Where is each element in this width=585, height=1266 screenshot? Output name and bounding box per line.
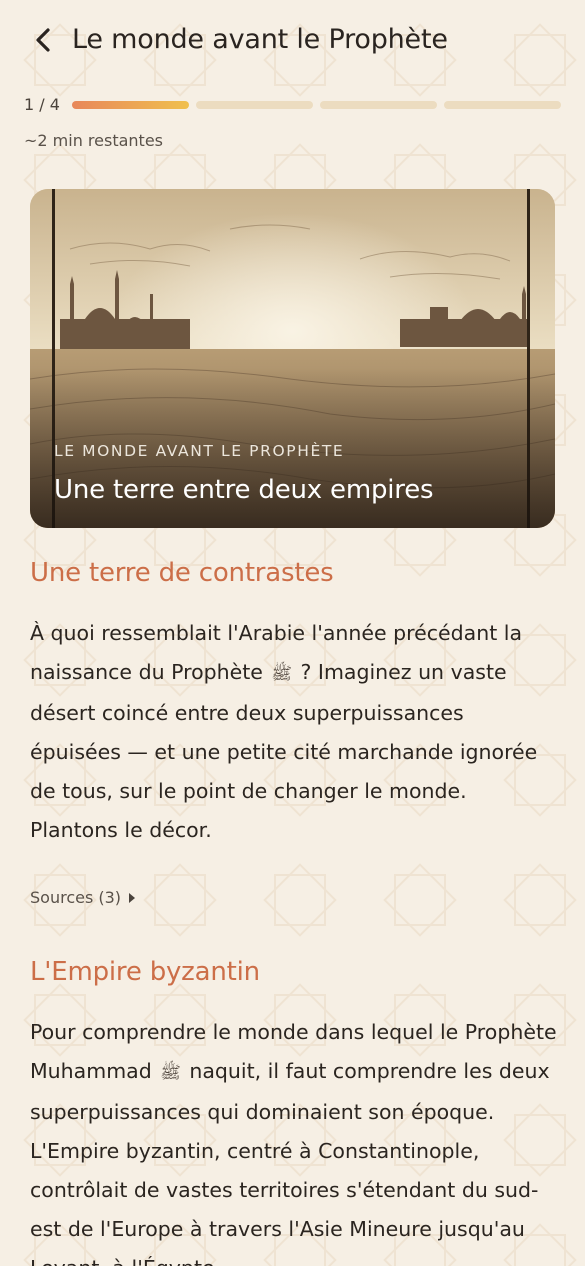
honorific-glyph: ﷺ [160, 1063, 181, 1083]
time-remaining: ~2 min restantes [24, 131, 164, 150]
sources-label: Sources (3) [30, 888, 122, 907]
top-bar: Le monde avant le Prophète [0, 0, 585, 80]
hero-card: LE MONDE AVANT LE PROPHÈTE Une terre ent… [30, 189, 555, 528]
progress-segment [196, 101, 313, 109]
section-heading: L'Empire byzantin [30, 957, 260, 987]
progress-segment [320, 101, 437, 109]
section-paragraph: Pour comprendre le monde dans lequel le … [30, 1013, 560, 1266]
section-paragraph: À quoi ressemblait l'Arabie l'année préc… [30, 614, 560, 850]
step-counter: 1 / 4 [24, 95, 60, 114]
lesson-screen: Le monde avant le Prophète 1 / 4 ~2 min … [0, 0, 585, 1266]
progress-segments [72, 101, 561, 109]
chevron-left-icon [36, 28, 50, 52]
back-button[interactable] [28, 24, 58, 56]
caret-right-icon [129, 893, 136, 903]
section-heading: Une terre de contrastes [30, 558, 334, 588]
hero-kicker: LE MONDE AVANT LE PROPHÈTE [54, 442, 345, 460]
progress-segment [444, 101, 561, 109]
page-title: Le monde avant le Prophète [72, 24, 448, 55]
hero-title: Une terre entre deux empires [54, 475, 434, 505]
honorific-glyph: ﷺ [271, 664, 292, 684]
progress-segment [72, 101, 189, 109]
lesson-progress: 1 / 4 [24, 94, 562, 116]
paragraph-text: naquit, il faut comprendre les deux supe… [30, 1059, 550, 1266]
sources-toggle[interactable]: Sources (3) [30, 886, 136, 910]
